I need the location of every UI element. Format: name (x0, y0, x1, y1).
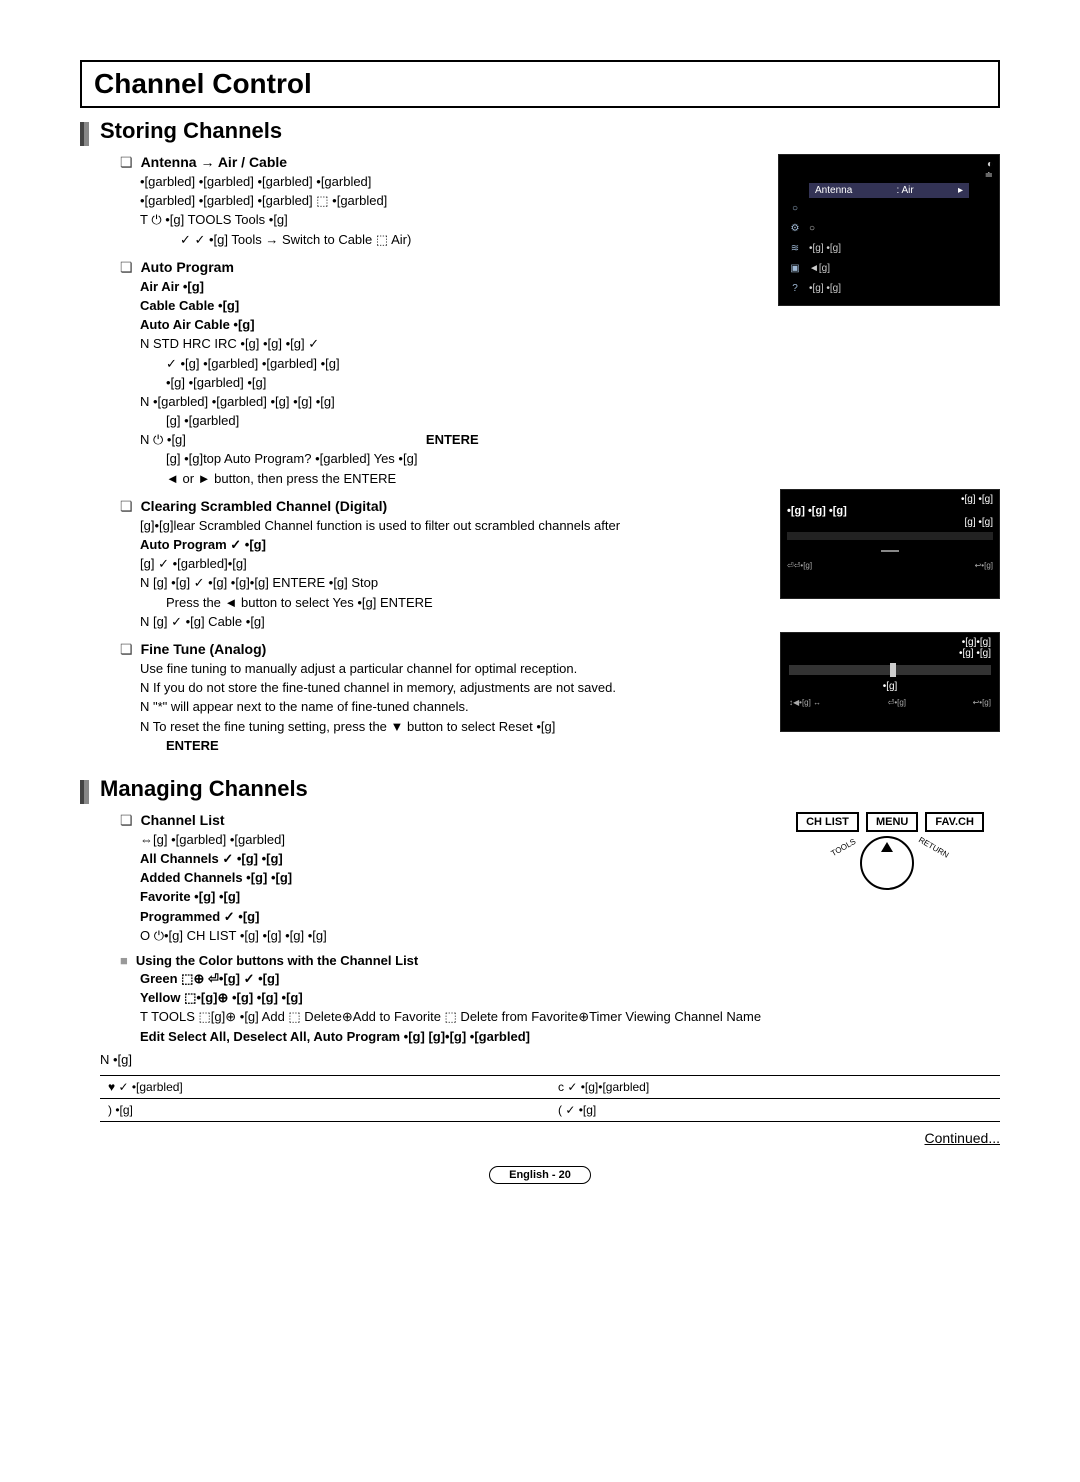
text-line: Programmed ✓ •[g] (140, 908, 1000, 926)
page-title-box: Channel Control (80, 60, 1000, 108)
osd-button (881, 550, 899, 552)
osd-fine-tune-preview: •[g]•[g] •[g] •[g] •[g] ↕◀•[g] ↔ ⏎•[g] ↩… (780, 632, 1000, 732)
osd-top-icon: ◐ (987, 159, 993, 170)
remote-tools-label: TOOLS (829, 837, 857, 858)
signal-icon: ≋ (787, 243, 803, 254)
osd-line: •[g] •[g] (787, 494, 993, 505)
remote-favch-button: FAV.CH (925, 812, 984, 832)
osd-row: ≋ •[g] •[g] (783, 238, 999, 258)
sub-color-buttons: Using the Color buttons with the Channel… (120, 953, 1000, 968)
section-bar-icon (80, 122, 92, 146)
progress-bar (787, 532, 993, 540)
osd-menu-preview: ◐ ≐ Antenna : Air ▸ ○ ⚙○ ≋•[g] •[g] ▣◄[g… (778, 154, 1000, 306)
osd-header-left: Antenna (815, 185, 852, 196)
text-line: [g] •[garbled] (140, 412, 1000, 430)
legend-table: ♥ ✓ •[garbled] c ✓ •[g]•[garbled] ) •[g]… (100, 1075, 1000, 1122)
text-line: T TOOLS ⬚[g]⊕ •[g] Add ⬚ Delete⊕Add to F… (140, 1008, 1000, 1026)
help-icon: ? (787, 283, 803, 294)
osd-line: •[g] •[g] •[g] (787, 505, 993, 517)
chevron-right-icon: ▸ (958, 185, 963, 196)
osd-row-text: •[g] •[g] (809, 243, 841, 254)
page-title: Channel Control (94, 68, 986, 100)
section-bar-icon (80, 780, 92, 804)
text-line: Auto Air Cable •[g] (140, 316, 1000, 334)
text-line: ◄ or ► button, then press the ENTERE (140, 470, 1000, 488)
section-storing-title: Storing Channels (100, 118, 1000, 144)
section-storing: Storing Channels ◐ ≐ Antenna : Air ▸ ○ ⚙… (80, 118, 1000, 756)
text-line: Edit Select All, Deselect All, Auto Prog… (140, 1028, 1000, 1046)
osd-footer-hint: ↕◀•[g] ↔ (789, 698, 821, 707)
osd-row: ○ (783, 198, 999, 218)
osd-line: [g] •[g] (787, 517, 993, 528)
legend-cell: c ✓ •[g]•[garbled] (550, 1075, 1000, 1098)
osd-row-text: ○ (809, 223, 815, 234)
text-line: Green ⬚⊕ ⏎•[g] ✓ •[g] (140, 970, 1000, 988)
osd-row: ▣ ◄[g] (783, 258, 999, 278)
text-line: N [g] ✓ •[g] Cable •[g] (140, 613, 1000, 631)
legend-cell: ♥ ✓ •[garbled] (100, 1075, 550, 1098)
osd-row: ? •[g] •[g] (783, 278, 999, 298)
input-icon: ▣ (787, 263, 803, 274)
remote-return-label: RETURN (917, 835, 950, 859)
osd-header-row: Antenna : Air ▸ (809, 183, 969, 198)
section-managing: Managing Channels CH LIST MENU FAV.CH TO… (80, 776, 1000, 1146)
osd-footer-hint: ⏎⏎•[g] (787, 561, 812, 570)
text-line: [g] •[g]top Auto Program? •[garbled] Yes… (140, 450, 1000, 468)
text-line: ENTERE (140, 737, 1000, 755)
sub-color-body: Green ⬚⊕ ⏎•[g] ✓ •[g] Yellow ⬚•[g]⊕ •[g]… (120, 970, 1000, 1046)
remote-diagram: CH LIST MENU FAV.CH TOOLS RETURN (780, 812, 1000, 894)
gear-icon: ⚙ (787, 223, 803, 234)
legend-cell: ( ✓ •[g] (550, 1098, 1000, 1121)
osd-row-text: ◄[g] (809, 263, 830, 274)
osd-footer-hint: ⏎•[g] (888, 698, 906, 707)
globe-icon: ○ (787, 203, 803, 214)
osd-header-right: : Air (897, 185, 914, 196)
osd-row-text: •[g] •[g] (809, 283, 841, 294)
continued-link: Continued... (100, 1130, 1000, 1146)
text-line: N ⏻ •[g]ENTERE (140, 431, 1000, 449)
osd-button: •[g] (883, 681, 898, 692)
up-arrow-icon (881, 842, 893, 852)
text-line: O ⏻•[g] CH LIST •[g] •[g] •[g] •[g] (140, 927, 1000, 945)
page-number-pill: English - 20 (489, 1166, 591, 1184)
slider-thumb-icon (890, 663, 896, 677)
osd-footer-hint: ↩•[g] (975, 561, 993, 570)
osd-footer-hint: ↩•[g] (973, 698, 991, 707)
osd-line: •[g] •[g] (781, 648, 999, 659)
section-managing-title: Managing Channels (100, 776, 1000, 802)
text-line: Yellow ⬚•[g]⊕ •[g] •[g] •[g] (140, 989, 1000, 1007)
osd-line: •[g]•[g] (781, 637, 999, 648)
osd-top-icon: ≐ (985, 170, 993, 181)
text-line: N STD HRC IRC •[g] •[g] •[g] ✓ (140, 335, 1000, 353)
text-line: ✓ •[g] •[garbled] •[garbled] •[g] (140, 355, 1000, 373)
remote-dpad-icon (860, 836, 914, 890)
fine-tune-slider (789, 665, 991, 675)
text-line: N •[garbled] •[garbled] •[g] •[g] •[g] (140, 393, 1000, 411)
legend-cell: ) •[g] (100, 1098, 550, 1121)
sub-auto-body: Air Air •[g] Cable Cable •[g] Auto Air C… (120, 278, 1000, 488)
note-line: N •[g] (100, 1052, 1000, 1067)
text-line: •[g] •[garbled] •[g] (140, 374, 1000, 392)
osd-row: ⚙○ (783, 218, 999, 238)
osd-auto-program-preview: •[g] •[g] •[g] •[g] •[g] [g] •[g] ⏎⏎•[g]… (780, 489, 1000, 599)
remote-chlist-button: CH LIST (796, 812, 859, 832)
remote-menu-button: MENU (866, 812, 918, 832)
